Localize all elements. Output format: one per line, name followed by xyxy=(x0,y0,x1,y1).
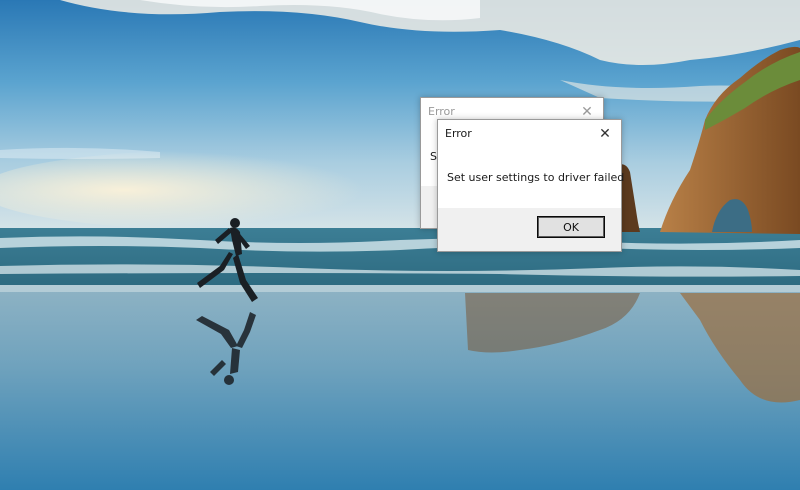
dialog-body: Set user settings to driver failed xyxy=(438,150,625,208)
dialog-titlebar[interactable]: Error ✕ xyxy=(438,120,621,150)
dialog-title: Error xyxy=(445,127,472,140)
close-icon[interactable]: ✕ xyxy=(595,124,615,144)
dialog-title: Error xyxy=(428,105,455,118)
wallpaper-image xyxy=(0,0,800,490)
dialog-footer: OK xyxy=(438,208,621,251)
desktop-background xyxy=(0,0,800,490)
dialog-message: Set user settings to driver failed xyxy=(447,171,625,184)
ok-button[interactable]: OK xyxy=(537,216,605,238)
error-dialog: Error ✕ Set user settings to driver fail… xyxy=(437,119,625,252)
